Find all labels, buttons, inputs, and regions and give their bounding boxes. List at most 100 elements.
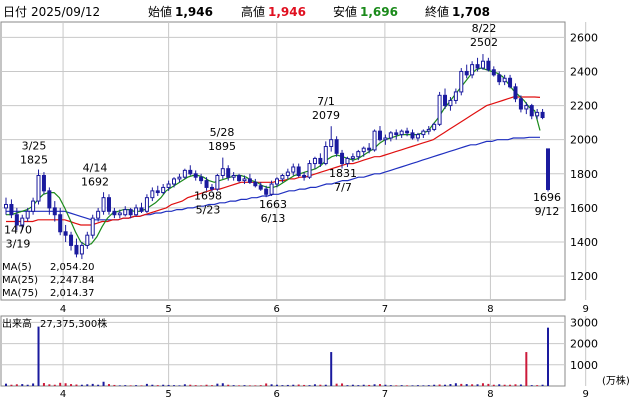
candle-body (296, 166, 301, 176)
volume-bar (26, 384, 29, 386)
candle-body (74, 244, 79, 255)
volume-bar (97, 384, 100, 386)
candle-body (491, 69, 496, 76)
volume-bar (286, 384, 289, 386)
volume-bar (53, 384, 56, 386)
volume-bar (400, 385, 403, 386)
candle-body (405, 130, 410, 134)
volume-bar (210, 385, 213, 386)
volume-bar (113, 384, 116, 386)
volume-bar (32, 383, 35, 386)
candle-body (280, 174, 285, 180)
candle-body (475, 64, 480, 69)
volume-y-tick-label: 1000 (570, 359, 598, 372)
candle-body (182, 169, 187, 178)
volume-bar (21, 384, 24, 386)
candle-body (399, 130, 404, 136)
volume-y-tick-label: 3000 (570, 316, 598, 329)
volume-bar (373, 384, 376, 386)
legend-ma25-name: MA(25) (2, 275, 38, 286)
candle-body (166, 183, 171, 188)
candle-body (529, 105, 534, 117)
volume-bar (454, 383, 457, 386)
stock-chart-svg: 日付 2025/09/12 始値 1,946 高値 1,946 安値 1,696… (0, 0, 631, 400)
volume-bar (15, 384, 18, 386)
candle-body (269, 183, 274, 195)
annotation-value-low: 1698 (194, 189, 222, 202)
volume-bar (368, 384, 371, 386)
annotation-value-high: 1825 (20, 154, 48, 167)
volume-bar (351, 384, 354, 386)
volume-bar (444, 384, 447, 386)
candle-body (437, 94, 442, 125)
annotation-date-high: 7/1 (317, 95, 335, 108)
candle-body (117, 212, 122, 216)
candle-body (508, 77, 513, 88)
volume-bar (471, 384, 474, 386)
volume-bar (357, 385, 360, 386)
volume-bar (167, 384, 170, 386)
volume-bar (243, 385, 246, 386)
volume-bar (411, 385, 414, 386)
annotation-date-high: 3/25 (22, 140, 47, 153)
annotation-date-low: 5/23 (196, 203, 221, 216)
price-y-tick-label: 2400 (570, 65, 598, 78)
close-value: 1,708 (452, 5, 490, 19)
volume-bar (162, 384, 165, 386)
candle-body (535, 111, 540, 117)
volume-bar (422, 385, 425, 386)
volume-bar (536, 385, 539, 386)
candle-body (123, 209, 128, 216)
candle-body (220, 168, 225, 176)
candle-body (139, 207, 144, 212)
price-x-tick-label: 6 (274, 304, 280, 315)
volume-bar (492, 384, 495, 386)
candle-body (85, 234, 90, 246)
volume-x-tick-label: 4 (60, 389, 66, 400)
candle-body (497, 74, 502, 83)
price-x-tick-label: 7 (382, 304, 388, 315)
candle-body (377, 130, 382, 141)
candle-body (63, 231, 68, 236)
candle-body (340, 152, 345, 165)
candle-body (421, 130, 426, 136)
volume-x-tick-label: 9 (583, 389, 589, 400)
candle-body (415, 134, 420, 139)
candle-body (318, 157, 323, 165)
candle-body (464, 70, 469, 76)
volume-bar (80, 384, 83, 386)
volume-bar (259, 385, 262, 386)
volume-bar (5, 383, 7, 386)
volume-bar (341, 383, 344, 386)
candle-body (486, 60, 491, 71)
volume-bar (384, 384, 387, 386)
volume-bar (416, 385, 419, 386)
volume-bar (427, 385, 430, 386)
candle-body (470, 64, 475, 76)
candle-body (128, 209, 133, 216)
candle-body (215, 174, 220, 190)
legend-ma5-value: 2,054.20 (50, 262, 95, 273)
candle-body (291, 166, 296, 173)
candle-body (237, 174, 242, 182)
candle-body (204, 180, 209, 188)
candle-body (264, 188, 269, 195)
candle-body (334, 139, 339, 154)
annotation-date-low: 3/19 (6, 237, 31, 250)
candle-body (172, 178, 177, 185)
candle-body (69, 234, 74, 246)
candle-body (25, 210, 30, 219)
volume-bar (183, 384, 186, 386)
volume-y-tick-label: 2000 (570, 338, 598, 351)
volume-bar (509, 384, 512, 386)
legend-ma75-name: MA(75) (2, 288, 38, 299)
annotation-value-high: 2502 (470, 36, 498, 49)
candle-body (443, 94, 448, 107)
candle-body (513, 86, 518, 100)
candle-body (150, 190, 155, 199)
date-value: 2025/09/12 (31, 5, 100, 19)
candle-body (285, 171, 290, 176)
candle-body (480, 60, 485, 69)
volume-bar (248, 385, 251, 386)
volume-bar (156, 385, 159, 386)
